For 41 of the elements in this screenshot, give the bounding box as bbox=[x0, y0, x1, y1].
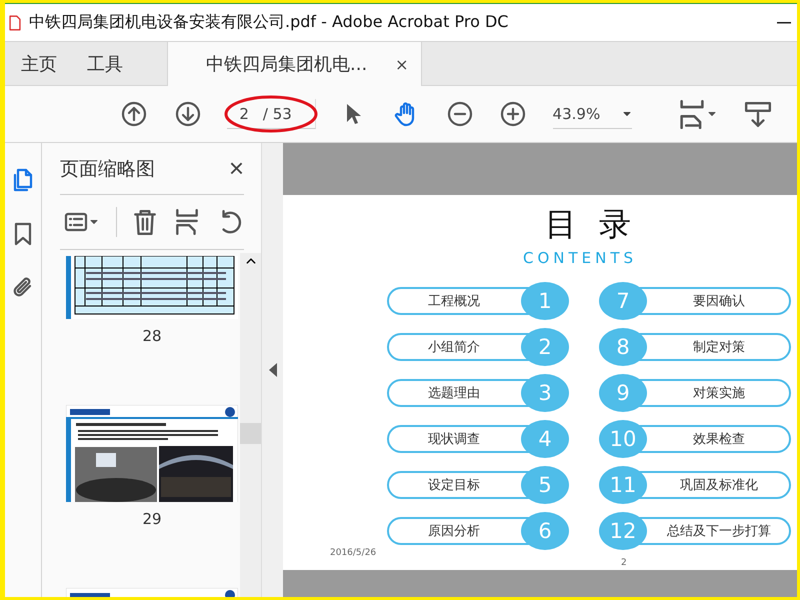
page-label: 29 bbox=[142, 510, 162, 528]
pdf-file-icon bbox=[7, 14, 23, 32]
close-tab-button[interactable]: × bbox=[395, 54, 409, 74]
item-number: 11 bbox=[599, 466, 647, 504]
footer-date: 2016/5/26 bbox=[330, 548, 376, 558]
page-number: 2 bbox=[621, 558, 627, 568]
scrollbar[interactable] bbox=[240, 253, 261, 597]
page-number-field[interactable]: 2 / 53 bbox=[227, 99, 316, 129]
item-number: 9 bbox=[599, 374, 647, 412]
zoom-field[interactable]: 43.9% bbox=[552, 99, 632, 129]
page-label: 28 bbox=[142, 326, 162, 345]
zoom-in-button[interactable] bbox=[498, 99, 528, 129]
item-number: 10 bbox=[599, 420, 647, 458]
item-number: 1 bbox=[521, 282, 569, 320]
item-number: 6 bbox=[521, 512, 569, 550]
minimize-icon[interactable] bbox=[777, 22, 791, 24]
window-title: 中铁四局集团机电设备安装有限公司.pdf - Adobe Acrobat Pro DC bbox=[29, 12, 510, 33]
triangle-icon bbox=[268, 363, 276, 377]
item-number: 4 bbox=[521, 420, 569, 458]
tab[interactable]: 主页 bbox=[21, 42, 71, 86]
item-number: 3 bbox=[521, 374, 569, 412]
tab[interactable]: 工具 bbox=[87, 42, 137, 86]
previous-page-button[interactable] bbox=[120, 99, 149, 129]
caret-icon bbox=[707, 109, 718, 119]
scroll-mode-button[interactable] bbox=[743, 99, 772, 129]
caret-icon bbox=[88, 217, 99, 227]
page-heading: 目 录 bbox=[545, 204, 638, 245]
tab[interactable]: 中铁四局集团机电... × bbox=[167, 42, 422, 86]
item-number: 2 bbox=[521, 328, 569, 366]
item-number: 12 bbox=[599, 512, 647, 550]
item-number: 7 bbox=[599, 282, 647, 320]
page-thumbnail[interactable] bbox=[66, 588, 238, 597]
page-thumbnail[interactable] bbox=[66, 404, 238, 502]
item-number: 5 bbox=[521, 466, 569, 504]
panel-title: 页面缩略图 bbox=[60, 156, 155, 182]
item-number: 8 bbox=[599, 328, 647, 366]
zoom-out-button[interactable] bbox=[445, 99, 474, 129]
next-page-button[interactable] bbox=[174, 99, 202, 129]
close-button[interactable]: × bbox=[228, 153, 244, 184]
page-subheading: CONTENTS bbox=[523, 249, 638, 267]
scrollbar-thumb[interactable] bbox=[240, 423, 261, 444]
